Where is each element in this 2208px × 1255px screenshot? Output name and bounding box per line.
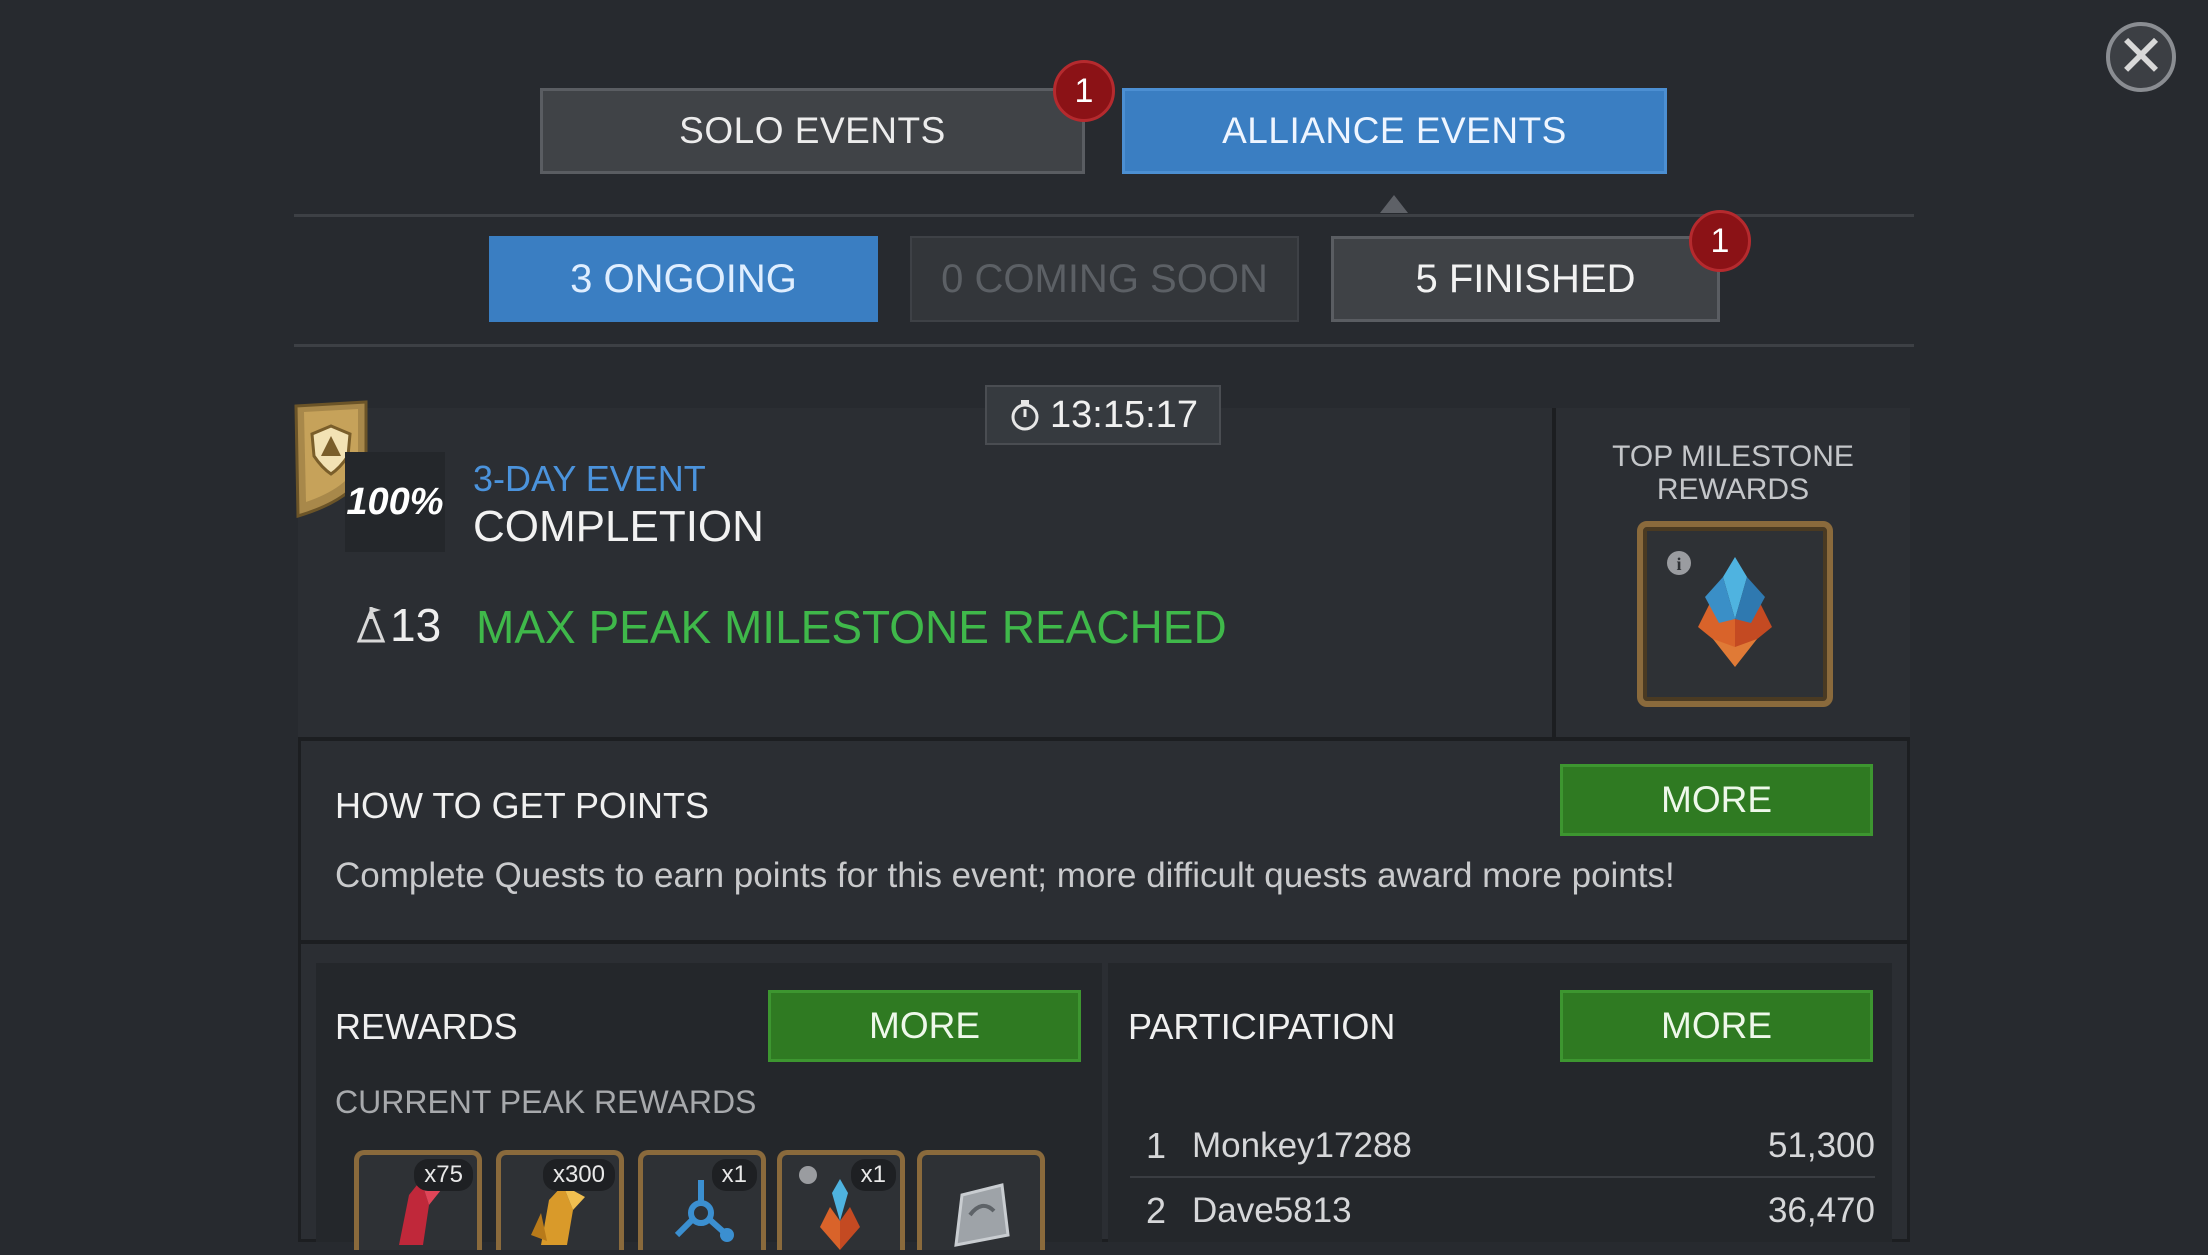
close-button[interactable]: ✕ [2106,22,2176,92]
filter-finished[interactable]: 5 FINISHED [1331,236,1720,322]
participation-more-button[interactable]: MORE [1560,990,1873,1062]
current-peak-rewards-title: CURRENT PEAK REWARDS [335,1084,757,1120]
participant-rank: 2 [1145,1190,1167,1231]
tab-alliance-events[interactable]: ALLIANCE EVENTS [1122,88,1667,174]
tab-solo-events[interactable]: SOLO EVENTS [540,88,1085,174]
participant-score: 36,470 [1767,1191,1875,1230]
selected-tab-pointer [1380,195,1408,213]
rewards-title: REWARDS [335,1006,518,1047]
event-type: 3-DAY EVENT [473,458,706,499]
reward-quantity: x1 [711,1159,757,1191]
event-timer: 13:15:17 [985,385,1221,445]
participation-row[interactable]: 1 Monkey17288 51,300 [1130,1117,1875,1175]
filter-finished-label: 5 FINISHED [1415,256,1636,301]
solo-events-badge: 1 [1053,60,1115,122]
filter-coming-soon[interactable]: 0 COMING SOON [910,236,1299,322]
filter-coming-soon-label: 0 COMING SOON [941,256,1268,301]
reward-item[interactable]: x300 [496,1150,624,1250]
participation-more-label: MORE [1661,1005,1772,1046]
participant-score: 51,300 [1767,1126,1875,1165]
divider-top [294,214,1914,217]
event-name: COMPLETION [473,502,764,551]
peak-milestone-message: MAX PEAK MILESTONE REACHED [476,601,1227,653]
completion-percent: 100% [346,480,444,523]
crystal-icon: i [1667,551,1772,667]
reward-item[interactable]: x75 [354,1150,482,1250]
top-milestone-title: TOP MILESTONE REWARDS [1612,440,1854,506]
participant-name: Monkey17288 [1192,1126,1412,1165]
divider-bottom [294,344,1914,347]
how-to-more-label: MORE [1661,779,1772,820]
finished-badge-count: 1 [1710,221,1730,260]
participation-row[interactable]: 2 Dave5813 36,470 [1130,1182,1875,1240]
participant-rank: 1 [1145,1125,1167,1166]
how-to-get-points-title: HOW TO GET POINTS [335,785,710,826]
completion-percent-box: 100% [345,452,445,552]
reward-quantity: x1 [850,1159,896,1191]
tab-alliance-events-label: ALLIANCE EVENTS [1222,110,1567,151]
solo-events-badge-count: 1 [1074,71,1094,110]
section-divider [298,940,1910,944]
svg-text:i: i [1676,554,1681,574]
rewards-more-button[interactable]: MORE [768,990,1081,1062]
participation-title: PARTICIPATION [1128,1006,1396,1047]
peak-flag-icon [356,606,386,643]
stopwatch-icon [1011,400,1039,431]
finished-badge: 1 [1689,210,1751,272]
reward-item[interactable] [917,1150,1045,1250]
close-icon: ✕ [2116,24,2166,89]
reward-item[interactable]: x1 [777,1150,905,1250]
top-milestone-reward[interactable]: i [1637,521,1833,707]
event-timer-value: 13:15:17 [1050,393,1198,436]
reward-quantity: x75 [414,1159,473,1191]
participant-name: Dave5813 [1192,1191,1352,1230]
rewards-more-label: MORE [869,1005,980,1046]
filter-ongoing-label: 3 ONGOING [570,256,797,301]
reward-quantity: x300 [542,1159,615,1191]
row-divider [1130,1176,1875,1178]
filter-ongoing[interactable]: 3 ONGOING [489,236,878,322]
reward-item[interactable]: x1 [638,1150,766,1250]
how-to-description: Complete Quests to earn points for this … [335,856,1675,895]
sig-stone-icon [954,1183,1010,1247]
peak-level-value: 13 [390,599,442,651]
tab-solo-events-label: SOLO EVENTS [679,110,946,151]
how-to-more-button[interactable]: MORE [1560,764,1873,836]
peak-level: 13 [356,598,441,652]
